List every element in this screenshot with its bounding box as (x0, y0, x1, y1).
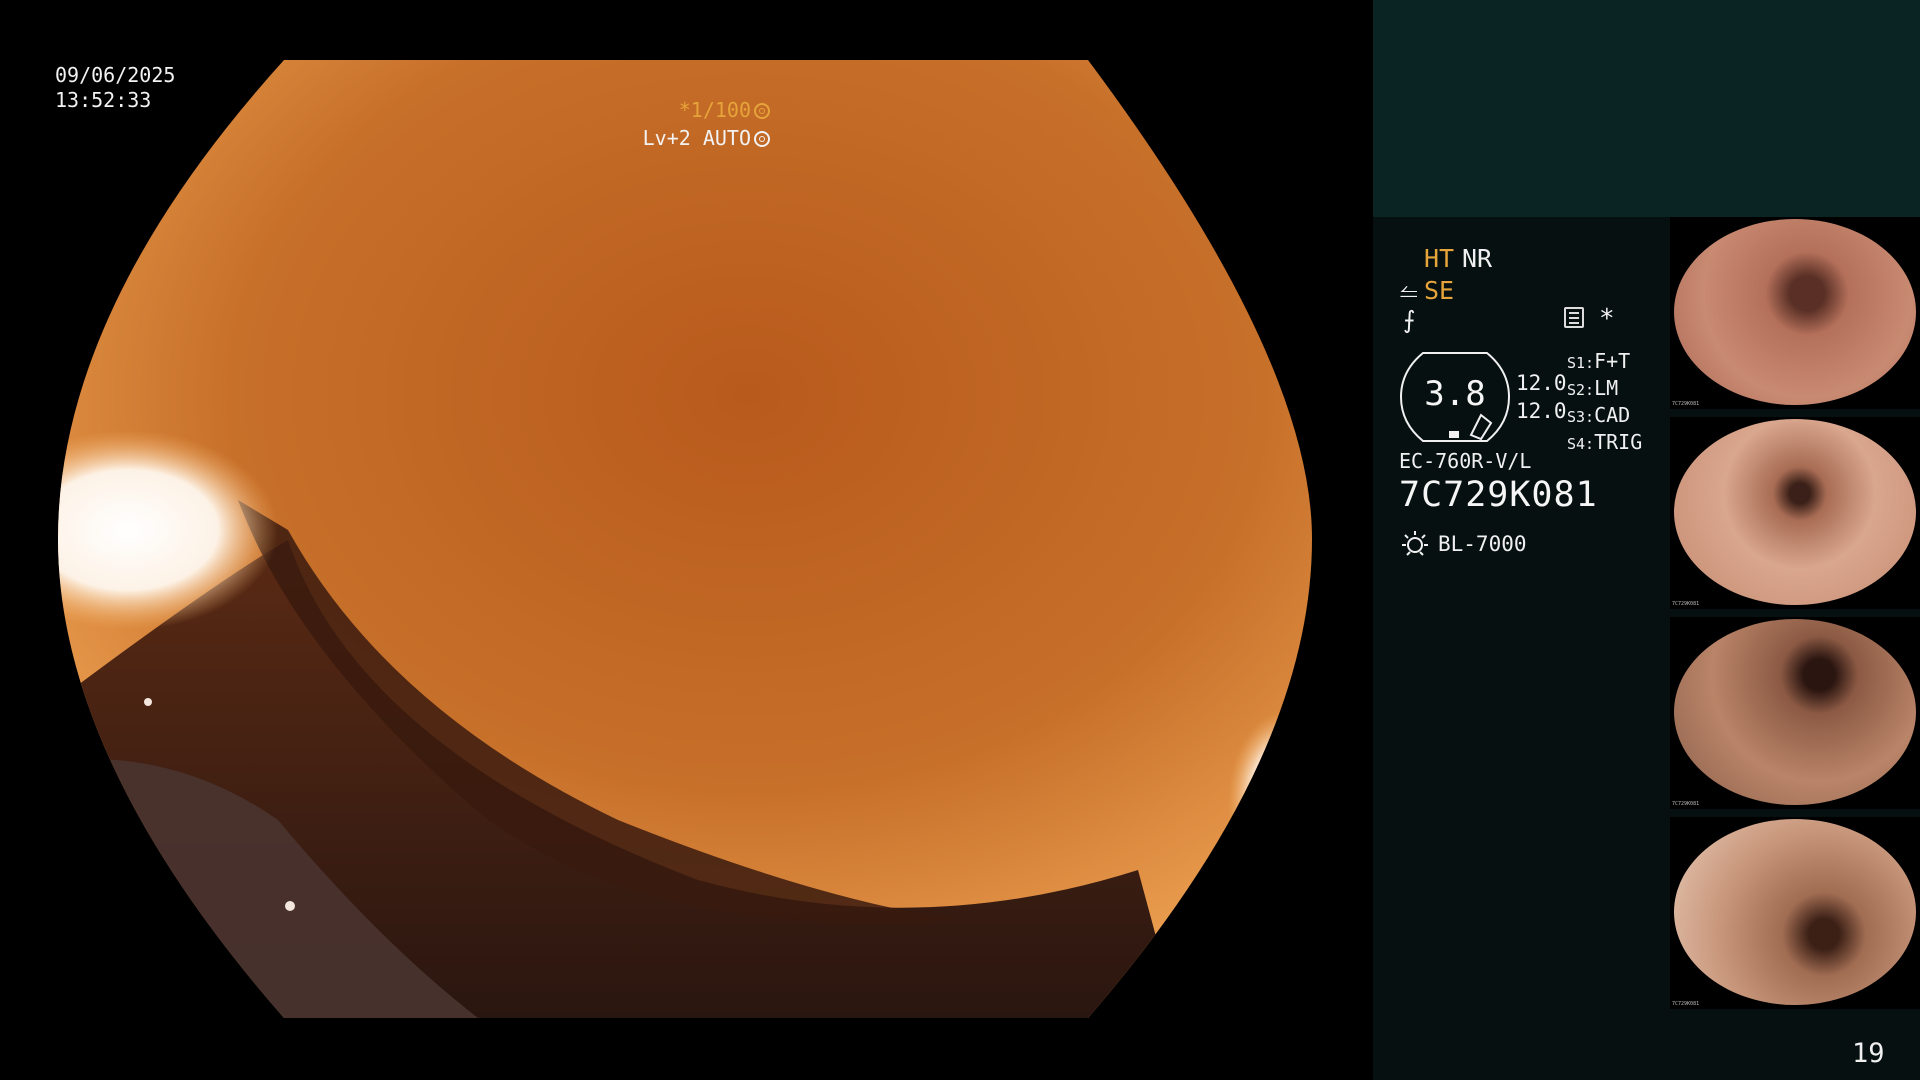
thumbnail[interactable]: 7C729K081 (1670, 817, 1920, 1009)
se-indicator: SE (1424, 276, 1455, 305)
slot-value: TRIG (1594, 430, 1643, 454)
slot-key: S2: (1567, 381, 1595, 399)
slot-row: S3:CAD (1567, 403, 1642, 430)
setting-value-1: 12.0 (1516, 371, 1567, 395)
brightness-level: Lv+2 AUTO (643, 126, 770, 150)
asterisk-icon: * (1599, 304, 1615, 334)
iris-icon (754, 131, 770, 147)
switch-assignments: S1:F+T S2:LM S3:CAD S4:TRIG (1567, 349, 1642, 457)
thumbnail[interactable]: 7C729K081 (1670, 217, 1920, 409)
endoscope-image-svg (58, 60, 1312, 1018)
thumbnail[interactable]: 7C729K081 (1670, 417, 1920, 609)
setting-value-2: 12.0 (1516, 399, 1567, 423)
ht-indicator: HT (1424, 244, 1455, 273)
shutter-text: *1/100 (678, 98, 751, 122)
slot-value: LM (1594, 376, 1619, 400)
light-source-model: BL-7000 (1438, 532, 1527, 556)
slot-row: S2:LM (1567, 376, 1642, 403)
date-text: 09/06/2025 (55, 63, 176, 87)
scope-model: EC-760R-V/L (1399, 449, 1532, 473)
datetime-display: 09/06/2025 13:52:33 (55, 63, 175, 113)
slot-row: S1:F+T (1567, 349, 1642, 376)
nr-indicator: NR (1462, 244, 1493, 273)
thumbnail-label: 7C729K081 (1672, 601, 1700, 607)
shutter-speed: *1/100 (679, 98, 770, 122)
scope-serial: 7C729K081 (1399, 475, 1598, 515)
slot-row: S4:TRIG (1567, 430, 1642, 457)
thumbnail-label: 7C729K081 (1672, 401, 1700, 407)
memo-icon (1564, 307, 1584, 328)
slot-key: S3: (1567, 408, 1595, 426)
page-number: 19 (1852, 1038, 1885, 1069)
endoscope-image (58, 60, 1312, 1018)
endoscope-view-area: 09/06/2025 13:52:33 *1/100 Lv+2 AUTO (0, 0, 1372, 1080)
level-text: Lv+2 AUTO (642, 126, 751, 150)
time-text: 13:52:33 (55, 88, 152, 112)
zoom-value: 3.8 (1424, 374, 1486, 414)
thumbnail-label: 7C729K081 (1672, 801, 1700, 807)
structure-enhance-icon: ⥪ (1400, 280, 1418, 305)
slot-value: CAD (1594, 403, 1631, 427)
side-panel-header-area (1373, 0, 1920, 217)
thumbnail[interactable]: 7C729K081 (1670, 617, 1920, 809)
aperture-icon (754, 103, 770, 119)
slot-value: F+T (1594, 349, 1631, 373)
slot-key: S4: (1567, 435, 1595, 453)
light-source-icon (1402, 531, 1428, 556)
color-mode-icon: ⨍ (1403, 306, 1416, 334)
thumbnail-label: 7C729K081 (1672, 1001, 1700, 1007)
slot-key: S1: (1567, 354, 1595, 372)
